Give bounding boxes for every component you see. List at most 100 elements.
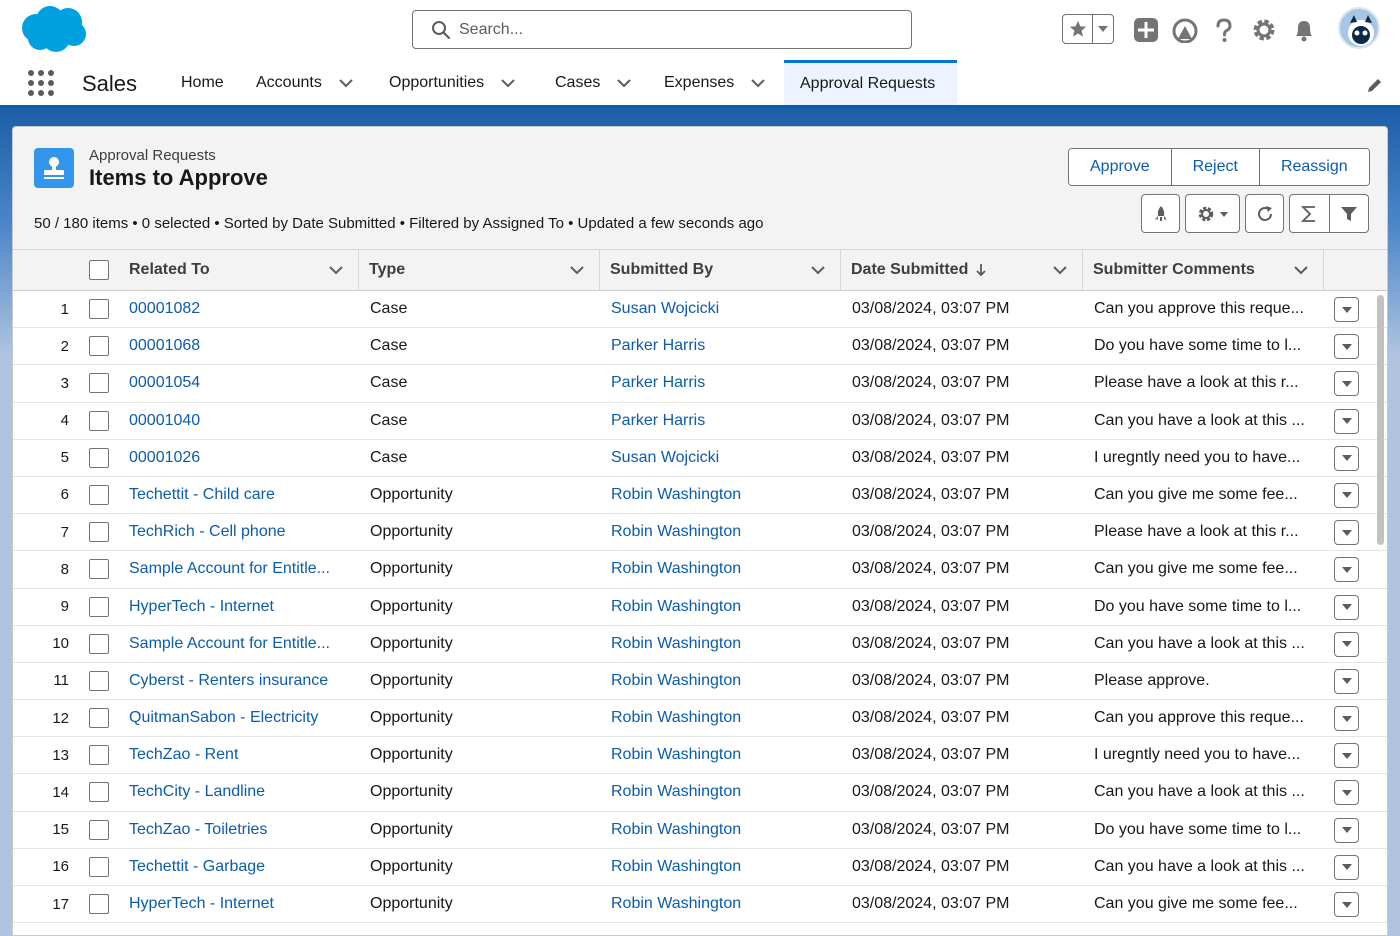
submitted-by-link[interactable]: Parker Harris: [611, 365, 837, 401]
refresh-button[interactable]: [1245, 194, 1284, 233]
reject-button[interactable]: Reject: [1171, 149, 1260, 185]
row-actions-button[interactable]: [1334, 892, 1359, 917]
related-to-link[interactable]: Techettit - Child care: [129, 477, 355, 513]
related-to-link[interactable]: Sample Account for Entitle...: [129, 626, 355, 662]
row-actions-button[interactable]: [1334, 520, 1359, 546]
row-checkbox[interactable]: [89, 484, 109, 505]
nav-item-accounts[interactable]: Accounts: [256, 60, 354, 105]
table-row[interactable]: 13 TechZao - Rent Opportunity Robin Wash…: [13, 737, 1387, 775]
chevron-down-icon[interactable]: [1293, 262, 1309, 278]
column-header-related-to[interactable]: Related To: [119, 250, 359, 290]
row-actions-button[interactable]: [1334, 297, 1359, 322]
table-row[interactable]: 14 TechCity - Landline Opportunity Robin…: [13, 774, 1387, 812]
setup-button[interactable]: [1250, 16, 1278, 44]
table-row[interactable]: 7 TechRich - Cell phone Opportunity Robi…: [13, 514, 1387, 552]
submitted-by-link[interactable]: Susan Wojcicki: [611, 291, 837, 327]
trailhead-button[interactable]: [1171, 16, 1199, 44]
row-actions-button[interactable]: [1334, 743, 1359, 769]
row-checkbox[interactable]: [89, 633, 109, 654]
chevron-down-icon[interactable]: [750, 75, 766, 91]
row-checkbox[interactable]: [89, 373, 109, 394]
reassign-button[interactable]: Reassign: [1259, 149, 1369, 185]
related-to-link[interactable]: TechZao - Rent: [129, 737, 355, 773]
row-actions-button[interactable]: [1334, 482, 1359, 508]
submitted-by-link[interactable]: Robin Washington: [611, 514, 837, 550]
edit-nav-icon[interactable]: [1366, 76, 1384, 94]
submitted-by-link[interactable]: Robin Washington: [611, 663, 837, 699]
row-checkbox[interactable]: [89, 299, 109, 319]
chevron-down-icon[interactable]: [810, 262, 826, 278]
row-actions-button[interactable]: [1334, 780, 1359, 806]
table-row[interactable]: 2 00001068 Case Parker Harris 03/08/2024…: [13, 328, 1387, 366]
row-checkbox[interactable]: [89, 410, 109, 431]
nav-item-expenses[interactable]: Expenses: [664, 60, 766, 105]
table-row[interactable]: 15 TechZao - Toiletries Opportunity Robi…: [13, 811, 1387, 849]
table-row[interactable]: 1 00001082 Case Susan Wojcicki 03/08/202…: [13, 291, 1387, 329]
row-actions-button[interactable]: [1334, 445, 1359, 471]
submitted-by-link[interactable]: Robin Washington: [611, 551, 837, 587]
submitted-by-link[interactable]: Robin Washington: [611, 477, 837, 513]
table-scrollbar[interactable]: [1377, 295, 1384, 545]
table-row[interactable]: 8 Sample Account for Entitle... Opportun…: [13, 551, 1387, 589]
table-row[interactable]: 12 QuitmanSabon - Electricity Opportunit…: [13, 700, 1387, 738]
table-row[interactable]: 3 00001054 Case Parker Harris 03/08/2024…: [13, 365, 1387, 403]
row-actions-button[interactable]: [1334, 706, 1359, 732]
search-input[interactable]: [459, 20, 879, 39]
chevron-down-icon[interactable]: [616, 75, 632, 91]
favorites-star-button[interactable]: [1063, 15, 1093, 43]
row-actions-button[interactable]: [1334, 408, 1359, 434]
submitted-by-link[interactable]: Robin Washington: [611, 589, 837, 625]
related-to-link[interactable]: 00001054: [129, 365, 355, 401]
column-header-date-submitted[interactable]: Date Submitted: [841, 250, 1083, 290]
notifications-button[interactable]: [1290, 16, 1318, 44]
row-checkbox[interactable]: [89, 522, 109, 543]
table-row[interactable]: 5 00001026 Case Susan Wojcicki 03/08/202…: [13, 439, 1387, 477]
submitted-by-link[interactable]: Robin Washington: [611, 774, 837, 810]
app-launcher-icon[interactable]: [28, 70, 54, 96]
row-checkbox[interactable]: [89, 670, 109, 691]
row-checkbox[interactable]: [89, 856, 109, 877]
chevron-down-icon[interactable]: [328, 262, 344, 278]
submitted-by-link[interactable]: Robin Washington: [611, 737, 837, 773]
submitted-by-link[interactable]: Parker Harris: [611, 403, 837, 439]
row-checkbox[interactable]: [89, 745, 109, 766]
chevron-down-icon[interactable]: [1052, 262, 1068, 278]
related-to-link[interactable]: HyperTech - Internet: [129, 589, 355, 625]
related-to-link[interactable]: TechZao - Toiletries: [129, 812, 355, 848]
submitted-by-link[interactable]: Parker Harris: [611, 328, 837, 364]
user-avatar[interactable]: [1338, 7, 1380, 49]
intelligence-view-button[interactable]: [1141, 194, 1180, 233]
row-checkbox[interactable]: [89, 596, 109, 617]
related-to-link[interactable]: 00001040: [129, 403, 355, 439]
approve-button[interactable]: Approve: [1069, 149, 1172, 185]
global-search[interactable]: [412, 10, 912, 49]
help-button[interactable]: [1210, 16, 1238, 44]
table-row[interactable]: 10 Sample Account for Entitle... Opportu…: [13, 625, 1387, 663]
chevron-down-icon[interactable]: [500, 75, 516, 91]
row-actions-button[interactable]: [1334, 594, 1359, 620]
related-to-link[interactable]: Sample Account for Entitle...: [129, 551, 355, 587]
row-actions-button[interactable]: [1334, 334, 1359, 360]
related-to-link[interactable]: 00001068: [129, 328, 355, 364]
row-actions-button[interactable]: [1334, 668, 1359, 694]
column-header-submitter-comments[interactable]: Submitter Comments: [1083, 250, 1324, 290]
row-actions-button[interactable]: [1334, 631, 1359, 657]
row-checkbox[interactable]: [89, 819, 109, 840]
row-checkbox[interactable]: [89, 447, 109, 468]
list-view-controls-button[interactable]: [1185, 194, 1240, 233]
related-to-link[interactable]: HyperTech - Internet: [129, 886, 355, 922]
nav-item-cases[interactable]: Cases: [555, 60, 632, 105]
chevron-down-icon[interactable]: [338, 75, 354, 91]
table-row[interactable]: 4 00001040 Case Parker Harris 03/08/2024…: [13, 402, 1387, 440]
nav-item-home[interactable]: Home: [181, 60, 224, 105]
list-view-title[interactable]: Items to Approve: [89, 165, 268, 191]
row-actions-button[interactable]: [1334, 854, 1359, 880]
chevron-down-icon[interactable]: [569, 262, 585, 278]
related-to-link[interactable]: TechRich - Cell phone: [129, 514, 355, 550]
column-header-type[interactable]: Type: [359, 250, 600, 290]
table-row[interactable]: 17 HyperTech - Internet Opportunity Robi…: [13, 886, 1387, 924]
related-to-link[interactable]: 00001082: [129, 291, 355, 327]
salesforce-logo-icon[interactable]: [16, 4, 90, 54]
filter-button[interactable]: [1330, 195, 1369, 232]
submitted-by-link[interactable]: Robin Washington: [611, 886, 837, 922]
